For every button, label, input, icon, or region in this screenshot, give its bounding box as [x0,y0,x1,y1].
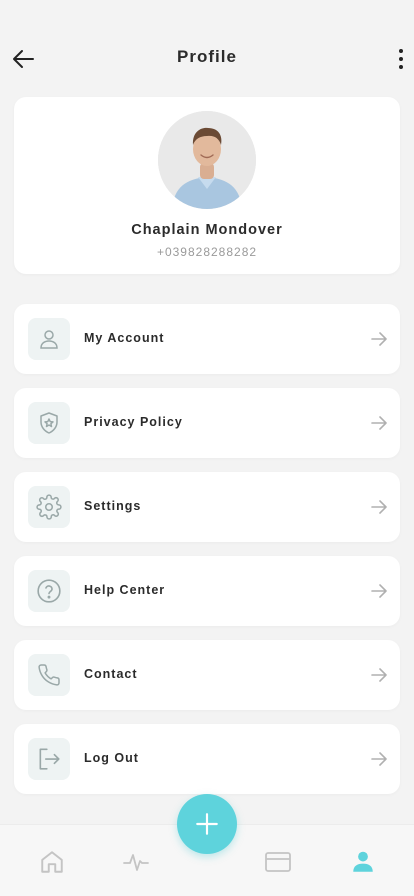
nav-activity[interactable] [121,847,151,877]
menu-item-label: Help Center [84,583,166,597]
gear-icon [36,494,62,520]
menu-item-settings[interactable]: Settings [14,472,400,542]
more-vertical-icon [399,49,403,53]
nav-wallet[interactable] [263,847,293,877]
menu-item-log-out[interactable]: Log Out [14,724,400,794]
nav-profile[interactable] [348,847,378,877]
menu-item-help-center[interactable]: Help Center [14,556,400,626]
shield-icon [40,412,58,434]
avatar[interactable] [158,111,256,209]
activity-icon [123,854,149,871]
plus-icon [196,813,218,835]
arrow-right-icon [371,584,387,598]
home-icon [41,851,63,873]
menu-item-privacy-policy[interactable]: Privacy Policy [14,388,400,458]
arrow-right-icon [371,752,387,766]
avatar-image [158,111,256,209]
user-phone: +039828288282 [156,245,258,259]
menu-item-label: Contact [84,667,138,681]
arrow-right-icon [371,416,387,430]
profile-card: Chaplain Mondover +039828288282 [14,97,400,274]
question-icon [37,579,61,603]
menu-item-label: Settings [84,499,142,513]
menu-item-label: Log Out [84,751,139,765]
arrow-right-icon [371,500,387,514]
menu-item-my-account[interactable]: My Account [14,304,400,374]
menu-item-contact[interactable]: Contact [14,640,400,710]
page-title: Profile [177,47,237,66]
user-icon [40,330,58,349]
logout-icon [39,748,60,770]
menu-item-label: Privacy Policy [84,415,183,429]
card-icon [265,852,291,872]
user-name: Chaplain Mondover [131,222,283,238]
more-options-button[interactable] [394,46,408,72]
arrow-right-icon [371,668,387,682]
add-button[interactable] [177,794,237,854]
menu-item-label: My Account [84,331,165,345]
person-icon [353,851,373,872]
arrow-right-icon [371,332,387,346]
phone-icon [38,664,60,686]
nav-home[interactable] [37,847,67,877]
